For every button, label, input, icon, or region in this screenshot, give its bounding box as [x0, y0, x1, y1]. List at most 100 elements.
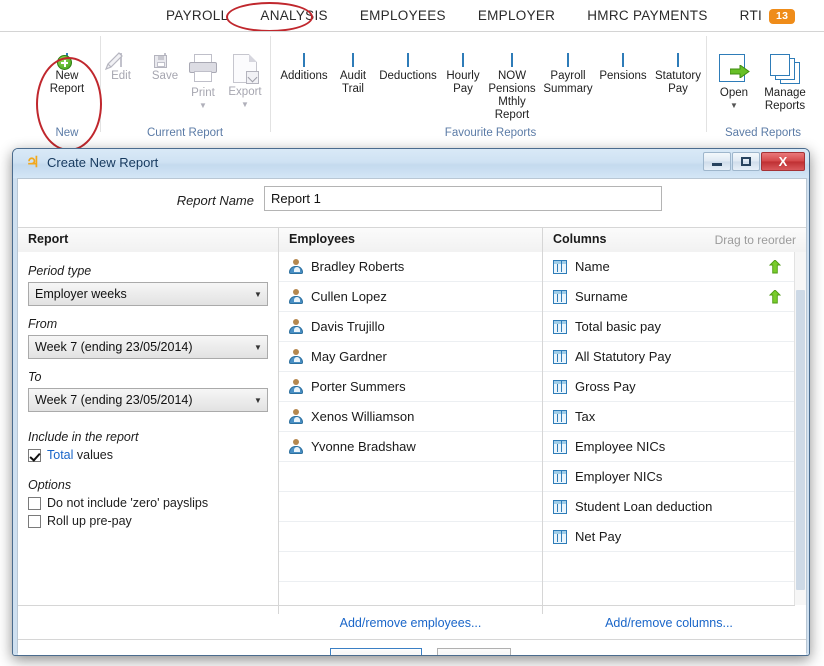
panel-header-row: Report Employees Columns Drag to reorder — [18, 227, 806, 254]
column-name: Tax — [575, 409, 596, 424]
options-label: Options — [28, 478, 72, 492]
open-report-button[interactable]: Open ▼ — [712, 54, 756, 110]
list-item[interactable]: Net Pay — [543, 522, 795, 552]
export-button[interactable]: Export ▼ — [223, 54, 267, 109]
tab-hmrc-payments[interactable]: HMRC PAYMENTS — [571, 0, 723, 31]
export-label: Export — [228, 86, 262, 98]
no-zero-payslips-checkbox[interactable] — [28, 496, 41, 510]
minimize-button[interactable] — [703, 152, 731, 171]
list-item-empty — [279, 492, 542, 522]
list-item[interactable]: Cullen Lopez — [279, 282, 542, 312]
option-roll-up-pre-pay[interactable]: Roll up pre-pay — [28, 514, 268, 528]
list-item[interactable]: Gross Pay — [543, 372, 795, 402]
save-icon — [152, 53, 178, 68]
pensions-label: Pensions — [599, 70, 647, 82]
list-item[interactable]: Student Loan deduction — [543, 492, 795, 522]
chevron-down-icon: ▼ — [254, 289, 262, 299]
list-item[interactable]: Xenos Williamson — [279, 402, 542, 432]
add-remove-employees-label: Add/remove employees... — [339, 615, 482, 630]
column-name: Gross Pay — [575, 379, 636, 394]
list-item[interactable]: Davis Trujillo — [279, 312, 542, 342]
manage-reports-label-line2: Reports — [764, 100, 806, 112]
roll-up-pre-pay-checkbox[interactable] — [28, 514, 41, 528]
to-period-select[interactable]: Week 7 (ending 23/05/2014) ▼ — [28, 388, 268, 412]
column-icon — [553, 499, 567, 514]
report-name-input[interactable] — [264, 186, 662, 211]
list-item[interactable]: All Statutory Pay — [543, 342, 795, 372]
now-pensions-monthly-report-button[interactable]: NOW Pensions Mthly Report — [485, 53, 539, 122]
dialog-titlebar[interactable]: ♃ Create New Report X — [13, 149, 809, 178]
save-button[interactable]: Save — [145, 53, 185, 83]
list-item[interactable]: Employee NICs — [543, 432, 795, 462]
list-item[interactable]: Employer NICs — [543, 462, 795, 492]
person-icon — [289, 439, 303, 454]
open-chevron-down-icon[interactable]: ▼ — [712, 101, 756, 110]
list-item[interactable]: May Gardner — [279, 342, 542, 372]
list-item[interactable]: Tax — [543, 402, 795, 432]
column-icon — [553, 349, 567, 364]
list-item[interactable]: Total basic pay — [543, 312, 795, 342]
deductions-icon — [395, 53, 421, 67]
now-pensions-label-line3: Mthly — [498, 96, 526, 108]
additions-button[interactable]: Additions — [276, 53, 332, 83]
maximize-button[interactable] — [732, 152, 760, 171]
column-name: Total basic pay — [575, 319, 661, 334]
print-chevron-down-icon[interactable]: ▼ — [184, 101, 222, 110]
employees-list-panel: Bradley Roberts Cullen Lopez Davis Truji… — [279, 252, 542, 605]
sort-ascending-icon[interactable] — [769, 260, 781, 274]
payroll-summary-label-line1: Payroll — [550, 70, 586, 82]
add-remove-columns-link[interactable]: Add/remove columns... — [543, 605, 795, 639]
export-chevron-down-icon[interactable]: ▼ — [223, 100, 267, 109]
print-button[interactable]: Print ▼ — [184, 54, 222, 110]
total-values-checkbox[interactable] — [28, 448, 41, 462]
list-item[interactable]: Name — [543, 252, 795, 282]
add-remove-columns-label: Add/remove columns... — [605, 615, 733, 630]
tab-employer[interactable]: EMPLOYER — [462, 0, 571, 31]
edit-icon — [104, 52, 134, 71]
statutory-pay-icon — [665, 53, 691, 67]
sort-ascending-icon[interactable] — [769, 290, 781, 304]
list-item[interactable]: Bradley Roberts — [279, 252, 542, 282]
payroll-summary-button[interactable]: Payroll Summary — [541, 53, 595, 96]
person-icon — [289, 379, 303, 394]
create-new-report-dialog: ♃ Create New Report X Report Name Report… — [12, 148, 810, 656]
audit-trail-label-line2: Trail — [342, 83, 364, 95]
add-remove-employees-link[interactable]: Add/remove employees... — [279, 605, 542, 639]
period-type-value: Employer weeks — [35, 287, 127, 301]
pensions-button[interactable]: Pensions — [596, 53, 650, 83]
new-report-button[interactable]: New Report — [38, 53, 96, 96]
total-values-option[interactable]: Total values — [28, 448, 268, 462]
list-item[interactable]: Yvonne Bradshaw — [279, 432, 542, 462]
tab-employees[interactable]: EMPLOYEES — [344, 0, 462, 31]
pencil-glyph — [104, 52, 123, 71]
run-report-button[interactable]: Run Report — [330, 648, 422, 655]
header-report: Report — [28, 232, 69, 246]
list-item[interactable]: Surname — [543, 282, 795, 312]
manage-reports-button[interactable]: Manage Reports — [757, 54, 813, 113]
tab-rti[interactable]: RTI 13 — [724, 0, 802, 31]
dialog-body: Report Name Report Employees Columns Dra… — [17, 178, 807, 655]
person-icon — [289, 349, 303, 364]
statutory-pay-button[interactable]: Statutory Pay — [651, 53, 705, 96]
report-options-panel: Period type Employer weeks ▼ From Week 7… — [18, 252, 278, 605]
include-in-report-label: Include in the report — [28, 430, 139, 444]
columns-scrollbar[interactable] — [794, 252, 806, 605]
close-button[interactable]: X — [761, 152, 805, 171]
tab-payroll[interactable]: PAYROLL — [150, 0, 244, 31]
tab-analysis[interactable]: ANALYSIS — [244, 0, 343, 31]
deductions-button[interactable]: Deductions — [375, 53, 441, 83]
scrollbar-thumb[interactable] — [796, 290, 805, 590]
hourly-pay-button[interactable]: Hourly Pay — [443, 53, 483, 96]
ribbon-tab-bar: PAYROLL ANALYSIS EMPLOYEES EMPLOYER HMRC… — [0, 0, 824, 32]
audit-trail-button[interactable]: Audit Trail — [333, 53, 373, 96]
cancel-button[interactable]: Cancel — [437, 648, 511, 655]
option-no-zero-payslips[interactable]: Do not include 'zero' payslips — [28, 496, 268, 510]
window-controls: X — [703, 152, 805, 171]
edit-button[interactable]: Edit — [103, 52, 139, 83]
period-type-select[interactable]: Employer weeks ▼ — [28, 282, 268, 306]
list-item[interactable]: Porter Summers — [279, 372, 542, 402]
column-icon — [553, 439, 567, 454]
from-period-select[interactable]: Week 7 (ending 23/05/2014) ▼ — [28, 335, 268, 359]
employee-name: Xenos Williamson — [311, 409, 415, 424]
manage-reports-label-line1: Manage — [764, 87, 806, 99]
